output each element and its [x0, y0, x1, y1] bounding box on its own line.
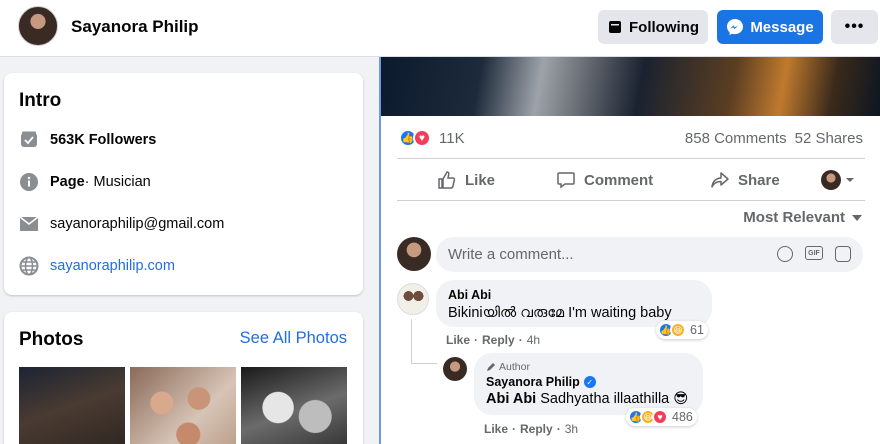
mention-link[interactable]: Abi Abi [486, 391, 536, 407]
website-link[interactable]: sayanoraphilip.com [50, 258, 175, 274]
divider [397, 158, 865, 159]
verified-badge-icon: ✓ [583, 376, 596, 388]
like-button[interactable]: Like [437, 170, 495, 190]
followers-icon [18, 129, 40, 151]
comment-author[interactable]: Abi Abi [448, 288, 700, 302]
commenter-avatar[interactable] [397, 283, 429, 315]
reply-time[interactable]: 3h [565, 422, 578, 436]
page-label: Page [50, 174, 85, 190]
love-reaction-icon: ♥ [413, 129, 431, 147]
comment-actions: Like · Reply · 4h [446, 333, 541, 347]
photo-thumbnail[interactable] [241, 367, 347, 444]
post-image[interactable] [381, 57, 880, 116]
reactions-count: 11K [439, 129, 465, 147]
reply-reaction-count: 486 [672, 410, 693, 424]
sticker-icon[interactable] [835, 246, 851, 262]
sort-label: Most Relevant [743, 209, 845, 226]
profile-avatar[interactable] [18, 6, 58, 46]
reply-thread-line [411, 319, 412, 363]
thumbs-up-icon [438, 171, 456, 189]
gif-icon[interactable]: GIF [805, 246, 823, 260]
reply-bubble: Author Sayanora Philip ✓ Abi Abi Sadhyat… [474, 353, 703, 415]
comment-icon [557, 172, 575, 189]
followers-row: 563K Followers [18, 129, 156, 151]
share-label: Share [738, 171, 780, 189]
comment-input-tools: GIF [777, 246, 851, 262]
divider [397, 200, 865, 201]
comment-reactions[interactable]: 👍 😆 61 [656, 321, 708, 339]
post-stats: 858 Comments 52 Shares [685, 130, 863, 147]
globe-icon [18, 255, 40, 277]
envelope-icon [18, 213, 40, 235]
comment-reaction-count: 61 [690, 323, 704, 337]
reply-author-row: Sayanora Philip ✓ [486, 375, 691, 389]
post-card: 👍 ♥ 11K 858 Comments 52 Shares Like Comm… [379, 57, 880, 444]
reply-like-link[interactable]: Like [484, 422, 508, 436]
email-text[interactable]: sayanoraphilip@gmail.com [50, 216, 224, 232]
comments-count[interactable]: 858 Comments [685, 130, 787, 147]
love-reaction-icon: ♥ [652, 409, 668, 425]
comment-input[interactable]: Write a comment... GIF [436, 237, 863, 272]
author-badge: Author [486, 361, 691, 373]
reply-text: Abi Abi Sadhyatha illaathilla 😎 [486, 391, 689, 407]
comment-reply-link[interactable]: Reply [482, 333, 515, 347]
info-icon [18, 171, 40, 193]
page-category-row: Page · Musician [18, 171, 151, 193]
reply-actions: Like · Reply · 3h [484, 422, 579, 436]
comment-label: Comment [584, 171, 654, 189]
caret-down-icon [852, 214, 862, 221]
website-row: sayanoraphilip.com [18, 255, 175, 277]
comment-as-selector[interactable] [821, 170, 855, 190]
photo-thumbnail[interactable] [19, 367, 125, 444]
intro-card: Intro 563K Followers Page · Musician say… [4, 73, 363, 295]
comment-text: Bikiniയിൽ വരുമേ I'm waiting baby [448, 305, 672, 321]
comment-button[interactable]: Comment [556, 170, 653, 190]
reply-reactions[interactable]: 👍 😆 ♥ 486 [626, 408, 697, 426]
profile-name[interactable]: Sayanora Philip [71, 17, 199, 37]
post-reactions[interactable]: 👍 ♥ 11K [399, 129, 465, 147]
following-icon [609, 21, 621, 33]
author-avatar[interactable] [443, 357, 467, 381]
profile-header: Sayanora Philip Following Message ••• [0, 0, 880, 57]
comment-time[interactable]: 4h [527, 333, 540, 347]
messenger-icon [727, 19, 744, 35]
reply-thread-line [411, 363, 437, 364]
comment-like-link[interactable]: Like [446, 333, 470, 347]
current-user-avatar [397, 237, 431, 271]
reply-author[interactable]: Sayanora Philip [486, 375, 580, 389]
avatar [821, 170, 841, 190]
message-button[interactable]: Message [717, 10, 823, 44]
emoji-icon[interactable] [777, 246, 793, 262]
following-label: Following [629, 18, 699, 36]
pencil-icon [487, 363, 495, 371]
photos-title: Photos [19, 329, 84, 350]
comment-bubble: Abi Abi Bikiniയിൽ വരുമേ I'm waiting baby [436, 280, 712, 327]
share-button[interactable]: Share [710, 170, 780, 190]
more-options-button[interactable]: ••• [831, 10, 878, 44]
haha-reaction-icon: 😆 [670, 322, 686, 338]
like-label: Like [465, 171, 496, 189]
email-row: sayanoraphilip@gmail.com [18, 213, 224, 235]
message-label: Message [750, 18, 814, 36]
see-all-photos-link[interactable]: See All Photos [240, 329, 347, 348]
comment-placeholder: Write a comment... [448, 246, 574, 263]
reply-reply-link[interactable]: Reply [520, 422, 553, 436]
comment-sort-dropdown[interactable]: Most Relevant [743, 209, 863, 226]
photo-thumbnail[interactable] [130, 367, 236, 444]
caret-down-icon [846, 178, 854, 182]
page-category: · Musician [84, 174, 151, 190]
photos-card: Photos See All Photos [4, 312, 363, 444]
shares-count[interactable]: 52 Shares [795, 130, 863, 147]
following-button[interactable]: Following [598, 10, 708, 44]
intro-title: Intro [19, 90, 62, 111]
share-icon [711, 172, 729, 188]
followers-text: 563K Followers [50, 132, 157, 148]
